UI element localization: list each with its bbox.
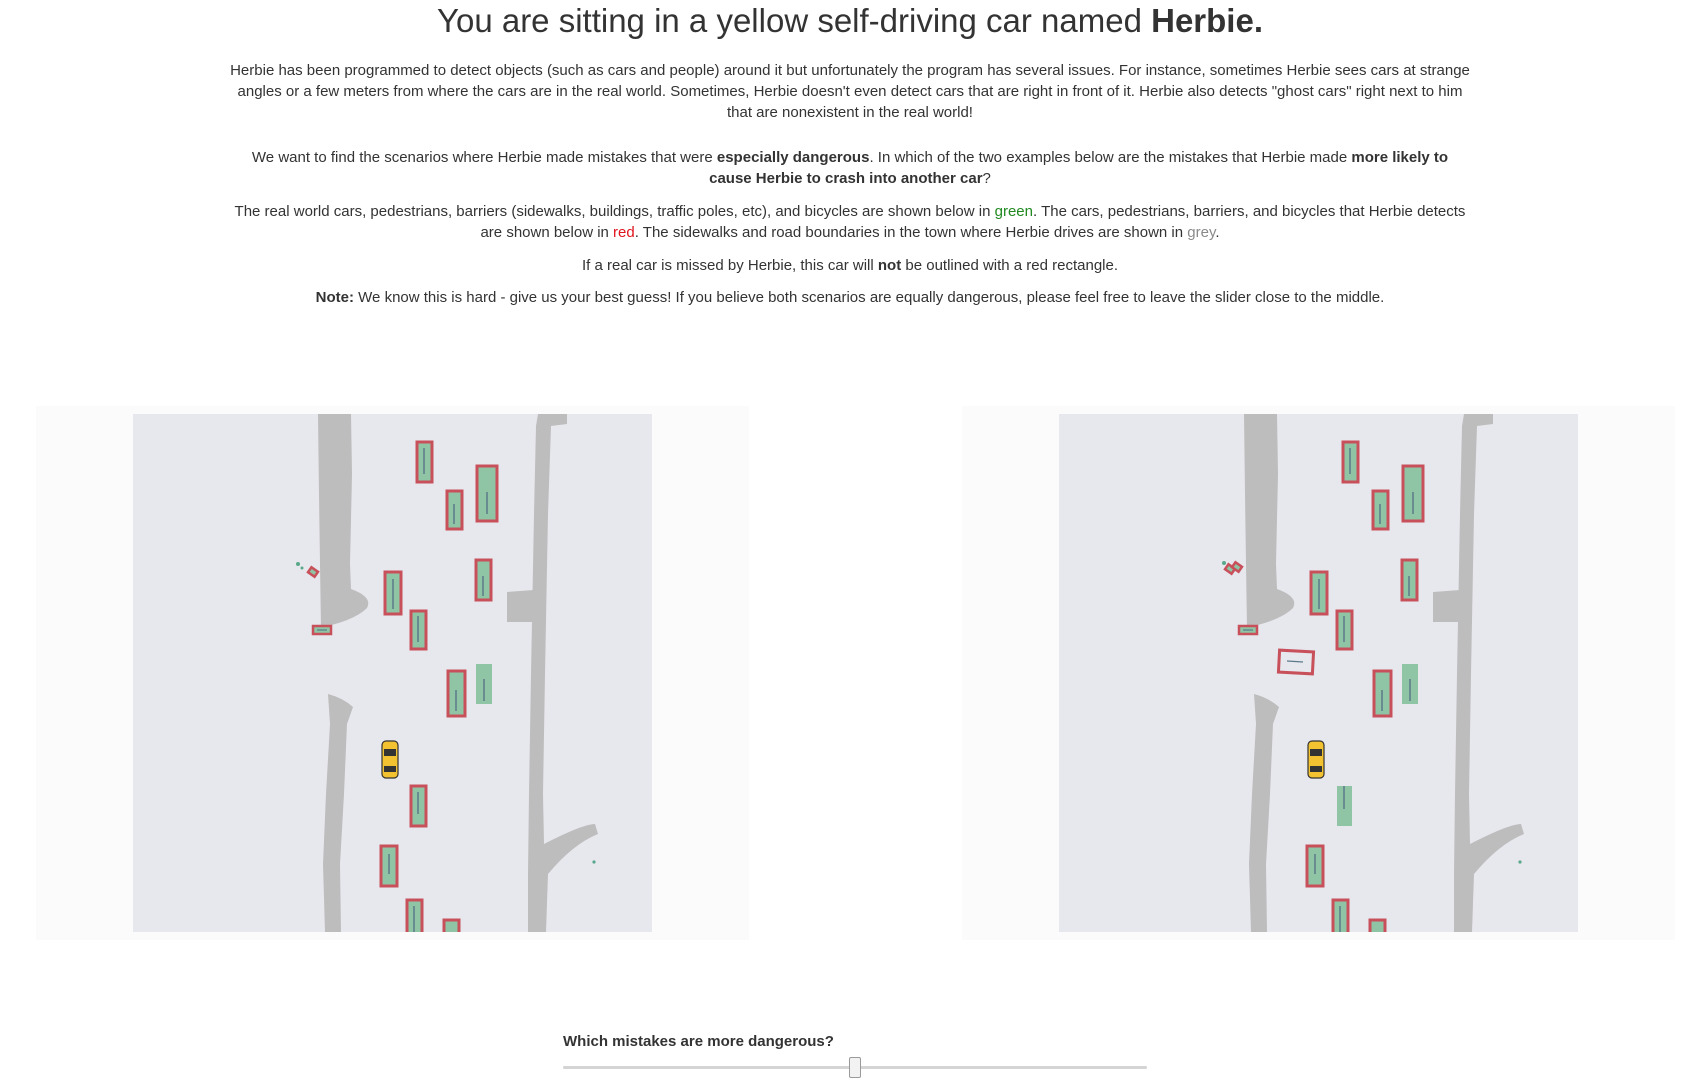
pedestrian-1 — [296, 562, 300, 566]
car-4 — [474, 558, 493, 602]
car-6 — [409, 609, 428, 651]
sidewalk-right — [528, 414, 598, 932]
legend-grey-word: grey — [1187, 224, 1216, 241]
sidewalk-upper-left — [313, 414, 369, 629]
sidewalk-lower-left — [323, 694, 353, 932]
car-2 — [475, 464, 499, 523]
car-11 — [405, 898, 424, 932]
yellow-car — [1307, 740, 1325, 779]
missed-car-paragraph: If a real car is missed by Herbie, this … — [230, 255, 1470, 276]
car-11 — [1331, 898, 1350, 932]
question-emphasis-dangerous: especially dangerous — [716, 149, 870, 166]
car-1 — [1341, 440, 1360, 484]
bicycle-detected — [1223, 560, 1244, 576]
pedestrian-3 — [1518, 860, 1522, 864]
bicycle-detected — [306, 565, 320, 579]
legend-red-word: red — [613, 224, 635, 241]
question-text-e: ? — [982, 170, 991, 187]
legend-text-d: . — [1215, 224, 1220, 241]
page-title: You are sitting in a yellow self-driving… — [0, 2, 1700, 40]
barrier-detected — [311, 624, 333, 636]
car-9-undetected — [1337, 786, 1352, 826]
note-text: We know this is hard - give us your best… — [354, 289, 1385, 306]
car-5 — [1309, 570, 1329, 616]
missed-text-a: If a real car is missed by Herbie, this … — [581, 257, 878, 274]
car-8-undetected — [1402, 664, 1418, 704]
barrier-detected — [1237, 624, 1259, 636]
legend-text-a: The real world cars, pedestrians, barrie… — [234, 203, 995, 220]
car-10 — [379, 844, 399, 888]
question-text-c: . In which of the two examples below are… — [869, 149, 1352, 166]
car-7 — [446, 669, 467, 718]
car-5 — [383, 570, 403, 616]
right-scenario-map — [1059, 414, 1578, 932]
car-4 — [1400, 558, 1419, 602]
intro-paragraph: Herbie has been programmed to detect obj… — [230, 60, 1470, 123]
car-12 — [1368, 918, 1387, 932]
title-prefix: You are sitting in a yellow self-driving… — [436, 2, 1152, 39]
car-6 — [1335, 609, 1354, 651]
missed-text-c: be outlined with a red rectangle. — [901, 257, 1119, 274]
building-right — [1433, 590, 1460, 622]
car-8-undetected — [476, 664, 492, 704]
sidewalk-lower-left — [1249, 694, 1279, 932]
pedestrian-1 — [1222, 561, 1226, 565]
car-1 — [415, 440, 434, 484]
left-scenario-drawing — [296, 414, 598, 932]
missed-emphasis-not: not — [877, 257, 902, 274]
pedestrian-3 — [592, 860, 596, 864]
intro-text: Herbie has been programmed to detect obj… — [230, 62, 1470, 121]
question-text-a: We want to find the scenarios where Herb… — [251, 149, 717, 166]
title-name: Herbie. — [1151, 2, 1263, 39]
legend-green-word: green — [994, 203, 1033, 220]
car-3 — [1371, 489, 1390, 531]
left-scenario-map — [133, 414, 652, 932]
car-9 — [409, 784, 428, 828]
car-3 — [445, 489, 464, 531]
slider-label: Which mistakes are more dangerous? — [563, 1033, 834, 1050]
yellow-car — [381, 740, 399, 779]
sidewalk-right — [1454, 414, 1524, 932]
car-2 — [1401, 464, 1425, 523]
legend-text-c: . The sidewalks and road boundaries in t… — [634, 224, 1188, 241]
ghost-car-detection — [1276, 648, 1316, 676]
note-paragraph: Note: We know this is hard - give us you… — [230, 287, 1470, 308]
car-12 — [442, 918, 461, 932]
right-scenario-drawing — [1222, 414, 1524, 932]
note-label: Note: — [315, 289, 354, 306]
danger-slider-thumb[interactable] — [849, 1057, 861, 1078]
building-right — [507, 590, 534, 622]
right-scenario-panel — [962, 406, 1675, 940]
legend-paragraph: The real world cars, pedestrians, barrie… — [230, 201, 1470, 243]
pedestrian-2 — [300, 566, 304, 570]
left-scenario-panel — [36, 406, 749, 940]
sidewalk-upper-left — [1239, 414, 1295, 629]
question-paragraph: We want to find the scenarios where Herb… — [230, 147, 1470, 189]
car-7 — [1372, 669, 1393, 718]
car-10 — [1305, 844, 1325, 888]
